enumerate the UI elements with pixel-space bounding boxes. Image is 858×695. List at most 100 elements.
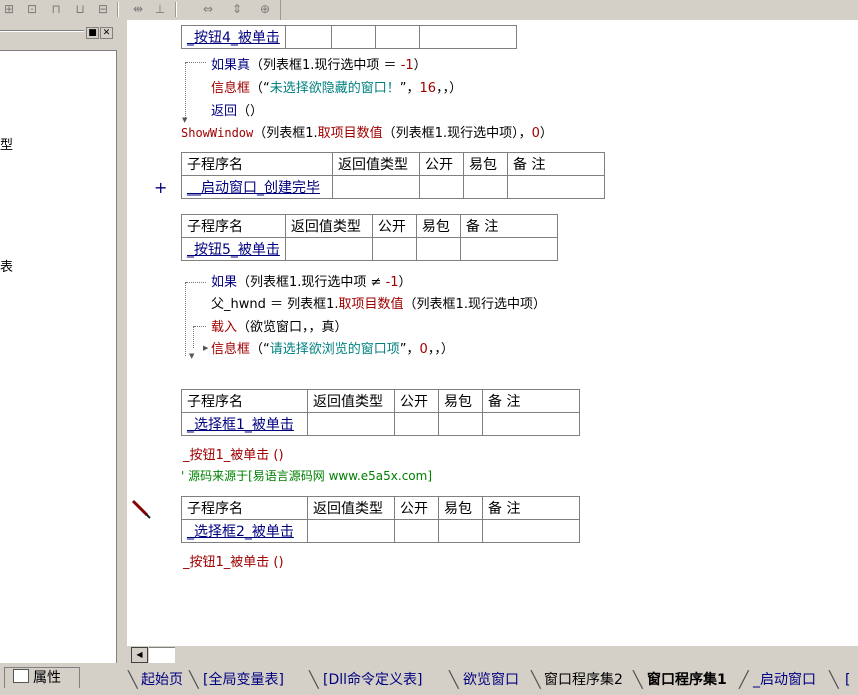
public-cell[interactable] xyxy=(330,25,376,49)
header-easy-pack: 易包 xyxy=(438,389,483,413)
return-type-cell[interactable] xyxy=(307,519,395,543)
tab-divider: ╲ xyxy=(189,670,199,689)
sub-name: _按钮4_被单击 xyxy=(187,30,280,46)
header-public: 公开 xyxy=(371,214,417,238)
maximize-icon[interactable]: ■ xyxy=(86,27,99,39)
code-line[interactable]: 父_hwnd ＝ 列表框1.取项目数值（列表框1.现行选中项） xyxy=(211,293,546,312)
sub-table: 子程序名 返回值类型 公开 易包 备 注 __启动窗口_创建完毕 xyxy=(181,152,605,199)
code-line[interactable]: _按钮1_被单击 () xyxy=(183,444,284,463)
panel-text-fragment: 型 xyxy=(0,138,14,153)
panel-text-fragment: 表 xyxy=(0,260,14,275)
scroll-left-icon[interactable]: ◀ xyxy=(131,647,148,663)
easy-pack-cell[interactable] xyxy=(438,519,483,543)
sub-table: 子程序名 返回值类型 公开 易包 备 注 _选择框2_被单击 xyxy=(181,496,580,543)
header-note: 备 注 xyxy=(482,389,580,413)
tab-window-assembly-1[interactable]: 窗口程序集1 xyxy=(647,669,727,691)
code-line[interactable]: ShowWindow（列表框1.取项目数值（列表框1.现行选中项），0） xyxy=(181,122,553,141)
header-note: 备 注 xyxy=(507,152,605,176)
note-cell[interactable] xyxy=(482,519,580,543)
sub-name-cell[interactable]: _选择框1_被单击 xyxy=(181,412,308,436)
note-cell[interactable] xyxy=(418,25,517,49)
sub-name-cell[interactable]: _按钮5_被单击 xyxy=(181,237,286,261)
code-editor[interactable]: _按钮4_被单击 ▼ 如果真（列表框1.现行选中项 ＝ -1） 信息框（“未选择… xyxy=(127,20,858,645)
sub-table: 子程序名 返回值类型 公开 易包 备 注 _选择框1_被单击 xyxy=(181,389,580,436)
sub-name-cell[interactable]: _选择框2_被单击 xyxy=(181,519,308,543)
tab-divider: ╱ xyxy=(739,670,749,689)
sub-name-cell[interactable]: __启动窗口_创建完毕 xyxy=(181,175,333,199)
sub-name-cell[interactable]: _按钮4_被单击 xyxy=(181,25,286,49)
pencil-icon xyxy=(131,499,151,519)
tab-divider: ╲ xyxy=(829,670,839,689)
comment-line[interactable]: ' 源码来源于[易语言源码网 www.e5a5x.com] xyxy=(181,467,432,484)
return-type-cell[interactable] xyxy=(284,25,332,49)
toolbar-group-border xyxy=(0,0,281,20)
header-sub-name: 子程序名 xyxy=(181,152,333,176)
header-easy-pack: 易包 xyxy=(463,152,508,176)
easy-pack-cell[interactable] xyxy=(438,412,483,436)
public-cell[interactable] xyxy=(394,412,439,436)
header-return-type: 返回值类型 xyxy=(332,152,420,176)
sub-name: _选择框1_被单击 xyxy=(187,417,294,433)
tab-window-assembly-2[interactable]: 窗口程序集2 xyxy=(544,669,623,691)
close-icon[interactable]: ✕ xyxy=(100,27,113,39)
return-type-cell[interactable] xyxy=(332,175,420,199)
flow-line xyxy=(193,326,194,348)
public-cell[interactable] xyxy=(371,237,417,261)
note-cell[interactable] xyxy=(459,237,558,261)
flow-line xyxy=(186,282,206,283)
public-cell[interactable] xyxy=(419,175,464,199)
note-cell[interactable] xyxy=(507,175,605,199)
scroll-track[interactable] xyxy=(149,647,175,664)
header-sub-name: 子程序名 xyxy=(181,496,308,520)
tab-startup-window[interactable]: _启动窗口 xyxy=(753,669,816,691)
horizontal-scrollbar[interactable]: ◀ xyxy=(127,645,858,664)
tab-global-vars[interactable]: [全局变量表] xyxy=(203,669,284,691)
sub-table: 子程序名 返回值类型 公开 易包 备 注 _按钮5_被单击 xyxy=(181,214,558,261)
panel-titlebar: ■ ✕ xyxy=(0,24,118,39)
tab-start-page[interactable]: 起始页 xyxy=(141,669,183,691)
panel-content: 型 表 xyxy=(0,50,117,663)
panel-grip[interactable] xyxy=(0,30,84,32)
easy-pack-cell[interactable] xyxy=(415,237,461,261)
code-line[interactable]: 如果真（列表框1.现行选中项 ＝ -1） xyxy=(211,54,427,73)
note-cell[interactable] xyxy=(482,412,580,436)
document-tabs: ╲ 起始页 ╲ [全局变量表] ╲ [Dll命令定义表] ╲ 欲览窗口 ╲ 窗口… xyxy=(127,663,858,695)
code-line[interactable]: 信息框（“请选择欲浏览的窗口项”，0，，） xyxy=(211,338,454,357)
properties-icon xyxy=(13,669,29,683)
flow-arrow-icon: ▶ xyxy=(203,344,209,352)
code-line[interactable]: 如果（列表框1.现行选中项 ≠ -1） xyxy=(211,271,412,290)
sub-name: _按钮5_被单击 xyxy=(187,242,280,258)
header-return-type: 返回值类型 xyxy=(307,389,395,413)
header-public: 公开 xyxy=(419,152,464,176)
flow-line xyxy=(186,62,206,63)
header-return-type: 返回值类型 xyxy=(284,214,373,238)
return-type-cell[interactable] xyxy=(284,237,373,261)
flow-line xyxy=(194,326,206,327)
flow-line xyxy=(185,62,186,120)
tab-divider: ╲ xyxy=(449,670,459,689)
code-line[interactable]: 返回（） xyxy=(211,100,263,119)
header-note: 备 注 xyxy=(459,214,558,238)
header-return-type: 返回值类型 xyxy=(307,496,395,520)
easy-pack-cell[interactable] xyxy=(463,175,508,199)
tab-next[interactable]: [ xyxy=(845,669,850,691)
toolbar: ⊞ ⊡ ⊓ ⊔ ⊟ ⇹ ⊥ ⇔ ⇕ ⊕ xyxy=(0,0,858,21)
expand-icon[interactable]: + xyxy=(154,178,167,197)
tab-preview-window[interactable]: 欲览窗口 xyxy=(463,669,519,691)
tab-divider: ╲ xyxy=(128,670,138,689)
tab-properties-label: 属性 xyxy=(33,670,61,686)
sub-name: _选择框2_被单击 xyxy=(187,524,294,540)
code-line[interactable]: 载入（欲览窗口，，真） xyxy=(211,316,348,335)
tab-divider: ╲ xyxy=(633,670,643,689)
code-line[interactable]: _按钮1_被单击 () xyxy=(183,551,284,570)
tab-properties[interactable]: 属性 xyxy=(4,667,80,688)
code-line[interactable]: 信息框（“未选择欲隐藏的窗口！”，16，，） xyxy=(211,77,462,96)
easy-pack-cell[interactable] xyxy=(374,25,420,49)
tab-divider: ╲ xyxy=(531,670,541,689)
header-public: 公开 xyxy=(394,496,439,520)
tab-dll-commands[interactable]: [Dll命令定义表] xyxy=(323,669,422,691)
public-cell[interactable] xyxy=(394,519,439,543)
tab-divider: ╲ xyxy=(309,670,319,689)
header-note: 备 注 xyxy=(482,496,580,520)
return-type-cell[interactable] xyxy=(307,412,395,436)
